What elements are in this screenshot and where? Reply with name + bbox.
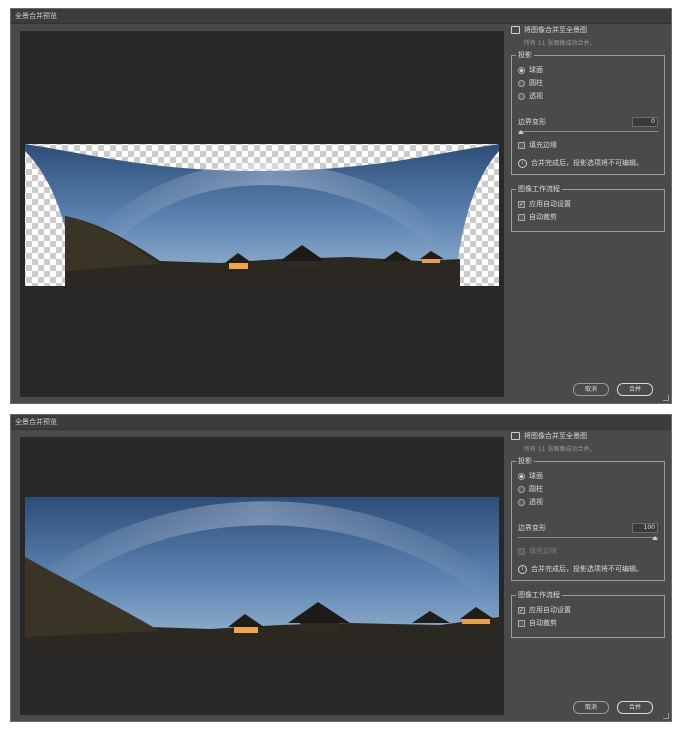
workflow-legend: 图像工作流程	[516, 590, 562, 600]
fill-edges-checkbox[interactable]: 填充边缘	[518, 546, 658, 556]
projection-group: 投影 球面 圆柱 透视 边界变形 100 填充边缘 i 合并完成后，投影选项将不可…	[511, 456, 665, 581]
check-icon[interactable]: ✓	[518, 200, 525, 208]
merge-button[interactable]: 合并	[617, 383, 653, 396]
panorama-merge-dialog: 全景合并预览 将图像合并至全景图 所有 11 张图像成功合并。 投影 球面 圆柱…	[10, 8, 672, 404]
boundary-warp-input[interactable]: 100	[632, 523, 658, 533]
boundary-warp-label: 边界变形	[518, 524, 546, 532]
cancel-button[interactable]: 取消	[573, 383, 609, 396]
projection-cylindrical[interactable]: 圆柱	[518, 78, 658, 88]
panorama-merge-dialog-2: 全景合并预览 将图像合并至全景图 所有 11 张图像成功合并。 投影 球面 圆柱…	[10, 414, 672, 722]
preview-canvas	[20, 437, 504, 715]
dialog-title: 全景合并预览	[11, 9, 671, 24]
options-panel: 将图像合并至全景图 所有 11 张图像成功合并。 投影 球面 圆柱 透视 边界变…	[511, 25, 665, 232]
panel-header: 将图像合并至全景图	[524, 26, 587, 34]
projection-spherical[interactable]: 球面	[518, 471, 658, 481]
merge-status: 所有 11 张图像成功合并。	[524, 40, 596, 47]
info-text: 合并完成后，投影选项将不可编辑。	[531, 159, 643, 167]
panel-header: 将图像合并至全景图	[524, 432, 587, 440]
resize-grip-icon[interactable]	[663, 713, 669, 719]
check-icon[interactable]: ✓	[518, 606, 525, 614]
projection-spherical[interactable]: 球面	[518, 65, 658, 75]
preview-canvas	[20, 31, 504, 397]
boundary-warp-slider[interactable]	[518, 536, 658, 540]
workflow-group: 图像工作流程 ✓ 应用自动设置 自动裁剪	[511, 184, 665, 232]
panorama-preview-image	[22, 497, 499, 651]
apply-auto-checkbox[interactable]: ✓ 应用自动设置	[518, 199, 658, 209]
dialog-title: 全景合并预览	[11, 415, 671, 430]
workflow-legend: 图像工作流程	[516, 184, 562, 194]
info-text: 合并完成后，投影选项将不可编辑。	[531, 565, 643, 573]
boundary-warp-label: 边界变形	[518, 118, 546, 126]
auto-crop-checkbox[interactable]: 自动裁剪	[518, 618, 658, 628]
slider-thumb[interactable]	[652, 536, 658, 540]
workflow-group: 图像工作流程 ✓ 应用自动设置 自动裁剪	[511, 590, 665, 638]
merge-status: 所有 11 张图像成功合并。	[524, 446, 596, 453]
options-panel: 将图像合并至全景图 所有 11 张图像成功合并。 投影 球面 圆柱 透视 边界变…	[511, 431, 665, 638]
boundary-warp-input[interactable]: 0	[632, 117, 658, 127]
panorama-preview-image	[25, 144, 499, 286]
projection-perspective[interactable]: 透视	[518, 91, 658, 101]
projection-cylindrical[interactable]: 圆柱	[518, 484, 658, 494]
boundary-warp-slider[interactable]	[518, 130, 658, 134]
merge-button[interactable]: 合并	[617, 701, 653, 714]
info-icon: i	[518, 564, 527, 574]
projection-legend: 投影	[516, 50, 534, 60]
auto-crop-checkbox[interactable]: 自动裁剪	[518, 212, 658, 222]
projection-perspective[interactable]: 透视	[518, 497, 658, 507]
projection-group: 投影 球面 圆柱 透视 边界变形 0 填充边缘 i 合并完成后，投影选项将不可编辑…	[511, 50, 665, 175]
panorama-icon	[511, 26, 520, 34]
panorama-icon	[511, 432, 520, 440]
info-icon: i	[518, 158, 527, 168]
projection-legend: 投影	[516, 456, 534, 466]
cancel-button[interactable]: 取消	[573, 701, 609, 714]
fill-edges-checkbox[interactable]: 填充边缘	[518, 140, 658, 150]
apply-auto-checkbox[interactable]: ✓ 应用自动设置	[518, 605, 658, 615]
resize-grip-icon[interactable]	[663, 395, 669, 401]
slider-thumb[interactable]	[518, 130, 524, 134]
